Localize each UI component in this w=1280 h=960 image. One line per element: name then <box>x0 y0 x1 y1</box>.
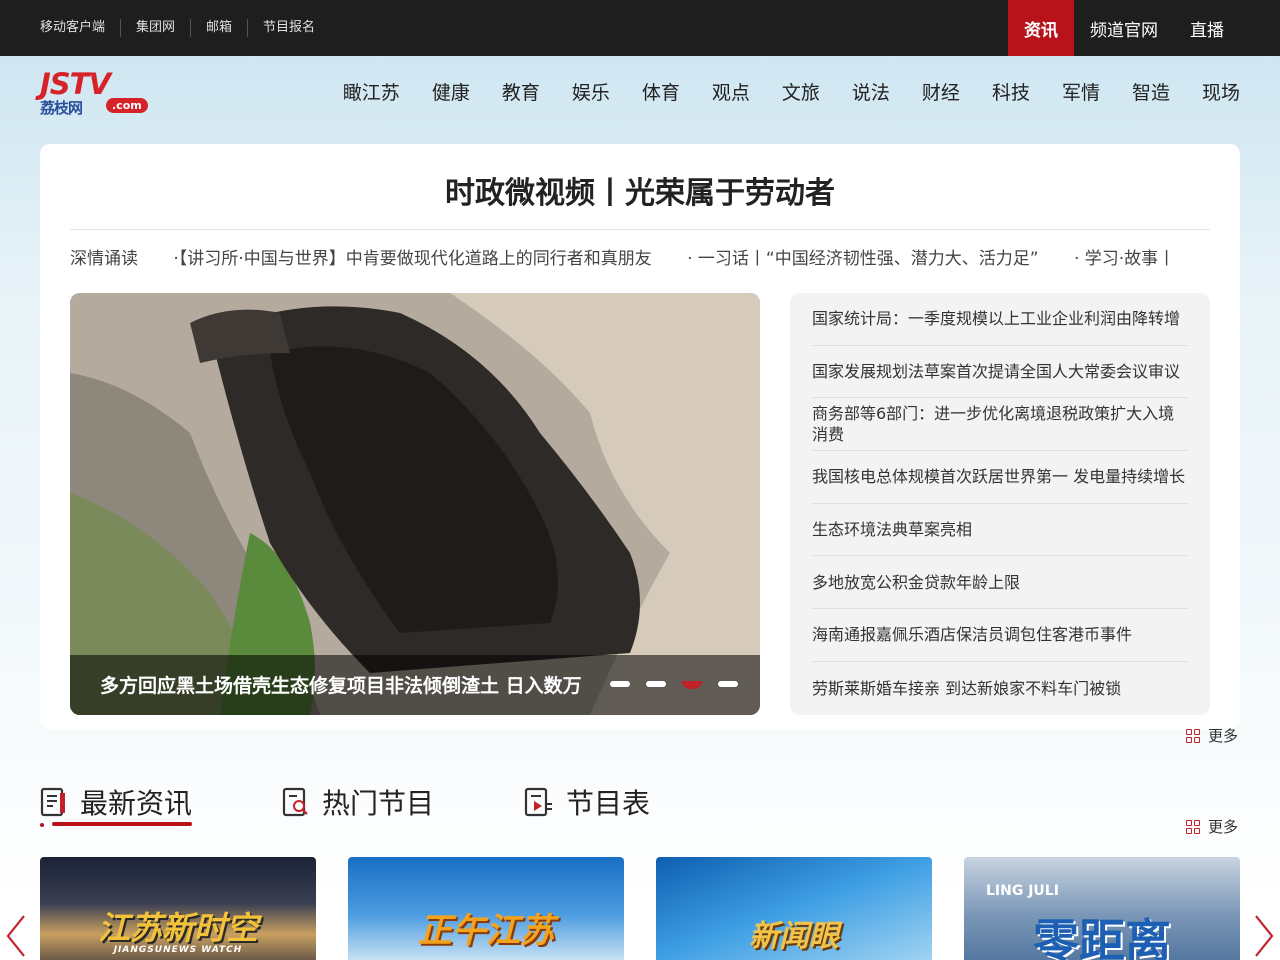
more-label: 更多 <box>1208 818 1239 836</box>
news-item[interactable]: 国家发展规划法草案首次提请全国人大常委会议审议 <box>812 346 1188 399</box>
top-tab-live[interactable]: 直播 <box>1174 0 1240 56</box>
chevron-right-icon[interactable] <box>1252 912 1276 960</box>
nav-item[interactable]: 军情 <box>1062 80 1100 106</box>
program-thumb-news-eye[interactable]: 新闻眼 <box>656 857 932 960</box>
news-item[interactable]: 国家统计局：一季度规模以上工业企业利润由降转增 <box>812 293 1188 346</box>
top-links: 移动客户端 集团网 邮箱 节目报名 <box>40 0 330 56</box>
logo-dot-badge: .com <box>106 98 148 113</box>
headline[interactable]: 时政微视频丨光荣属于劳动者 <box>0 168 1280 212</box>
image-slider[interactable]: 多方回应黑土场借壳生态修复项目非法倾倒渣土 日入数万 <box>70 293 760 715</box>
more-link-featured[interactable]: 更多 <box>1186 725 1238 746</box>
search-doc-icon <box>282 787 308 817</box>
ticker-item[interactable]: 深情诵读 <box>70 249 138 268</box>
program-thumb-zero-distance[interactable]: LING JULI 零距离 <box>964 857 1240 960</box>
ticker-item[interactable]: ·【讲习所·中国与世界】中肯要做现代化道路上的同行者和真朋友 <box>173 249 651 268</box>
slider-dot[interactable] <box>610 681 630 687</box>
program-subtitle: JIANGSUNEWS WATCH <box>113 945 243 955</box>
nav-item[interactable]: 体育 <box>642 80 680 106</box>
tab-latest-news[interactable]: 最新资讯 <box>40 782 192 822</box>
tab-label: 热门节目 <box>322 787 435 820</box>
nav-item[interactable]: 现场 <box>1202 80 1240 106</box>
top-right-tabs: 资讯 频道官网 直播 <box>1008 0 1240 56</box>
tab-hot-programs[interactable]: 热门节目 <box>282 782 434 822</box>
slide-caption-bar: 多方回应黑土场借壳生态修复项目非法倾倒渣土 日入数万 <box>70 655 760 715</box>
grid-icon <box>1186 728 1200 743</box>
site-logo[interactable]: JSTV 荔枝网 .com <box>40 67 152 117</box>
slide-caption[interactable]: 多方回应黑土场借壳生态修复项目非法倾倒渣土 日入数万 <box>100 671 610 698</box>
top-tab-channel[interactable]: 频道官网 <box>1074 0 1174 56</box>
divider <box>70 229 1210 230</box>
more-link-programs[interactable]: 更多 <box>1186 816 1238 837</box>
nav-item[interactable]: 瞰江苏 <box>343 80 400 106</box>
news-item[interactable]: 生态环境法典草案亮相 <box>812 504 1188 557</box>
program-title: 江苏新时空 <box>97 909 258 947</box>
grid-icon <box>1186 819 1200 834</box>
slider-dot[interactable] <box>646 681 666 687</box>
tab-label: 节目表 <box>566 787 651 820</box>
news-item[interactable]: 劳斯莱斯婚车接亲 到达新娘家不料车门被锁 <box>812 662 1188 715</box>
nav-item[interactable]: 教育 <box>502 80 540 106</box>
news-doc-icon <box>40 787 65 817</box>
program-thumb-noon-jiangsu[interactable]: 正午江苏 <box>348 857 624 960</box>
program-title: 正午江苏 <box>418 911 554 951</box>
slider-dot-active[interactable] <box>682 681 702 689</box>
program-subtitle: LING JULI <box>986 883 1059 899</box>
news-ticker: 深情诵读 ·【讲习所·中国与世界】中肯要做现代化道路上的同行者和真朋友 · 一习… <box>70 244 1210 268</box>
top-bar: 移动客户端 集团网 邮箱 节目报名 资讯 频道官网 直播 <box>0 0 1280 56</box>
tab-schedule[interactable]: 节目表 <box>524 782 650 822</box>
news-item[interactable]: 我国核电总体规模首次跃居世界第一 发电量持续增长 <box>812 451 1188 504</box>
nav-item[interactable]: 智造 <box>1132 80 1170 106</box>
top-link-mail[interactable]: 邮箱 <box>190 19 247 37</box>
nav-item[interactable]: 观点 <box>712 80 750 106</box>
ticker-item[interactable]: · 一习话丨“中国经济韧性强、潜力大、活力足” <box>687 249 1038 268</box>
program-thumb-jiangsu-news[interactable]: 江苏新时空 JIANGSUNEWS WATCH <box>40 857 316 960</box>
news-item[interactable]: 商务部等6部门：进一步优化离境退税政策扩大入境消费 <box>812 398 1188 452</box>
news-item[interactable]: 多地放宽公积金贷款年龄上限 <box>812 556 1188 610</box>
logo-main-text: JSTV <box>40 67 111 101</box>
slide-image <box>70 293 760 715</box>
nav-item[interactable]: 娱乐 <box>572 80 610 106</box>
top-link-mobile-client[interactable]: 移动客户端 <box>40 19 120 37</box>
ticker-item[interactable]: · 学习·故事丨 <box>1074 249 1175 268</box>
tab-active-underline <box>40 822 192 828</box>
program-title: 零距离 <box>1033 914 1171 960</box>
slider-dots <box>610 681 754 689</box>
nav-item[interactable]: 文旅 <box>782 80 820 106</box>
top-link-group[interactable]: 集团网 <box>120 19 190 37</box>
nav-item[interactable]: 说法 <box>852 80 890 106</box>
chevron-left-icon[interactable] <box>4 912 28 960</box>
more-label: 更多 <box>1208 727 1239 745</box>
logo-sub-text: 荔枝网 <box>40 99 83 117</box>
nav-item[interactable]: 健康 <box>432 80 470 106</box>
nav-item[interactable]: 科技 <box>992 80 1030 106</box>
program-title: 新闻眼 <box>749 919 839 954</box>
news-list: 国家统计局：一季度规模以上工业企业利润由降转增 国家发展规划法草案首次提请全国人… <box>790 293 1210 715</box>
top-link-signup[interactable]: 节目报名 <box>247 19 330 37</box>
main-nav: 瞰江苏 健康 教育 娱乐 体育 观点 文旅 说法 财经 科技 军情 智造 现场 <box>311 80 1240 106</box>
news-item[interactable]: 海南通报嘉佩乐酒店保洁员调包住客港币事件 <box>812 609 1188 662</box>
slider-dot[interactable] <box>718 681 738 687</box>
nav-item[interactable]: 财经 <box>922 80 960 106</box>
play-doc-icon <box>524 787 552 817</box>
tab-label: 最新资讯 <box>80 787 193 820</box>
top-tab-news[interactable]: 资讯 <box>1008 0 1074 56</box>
